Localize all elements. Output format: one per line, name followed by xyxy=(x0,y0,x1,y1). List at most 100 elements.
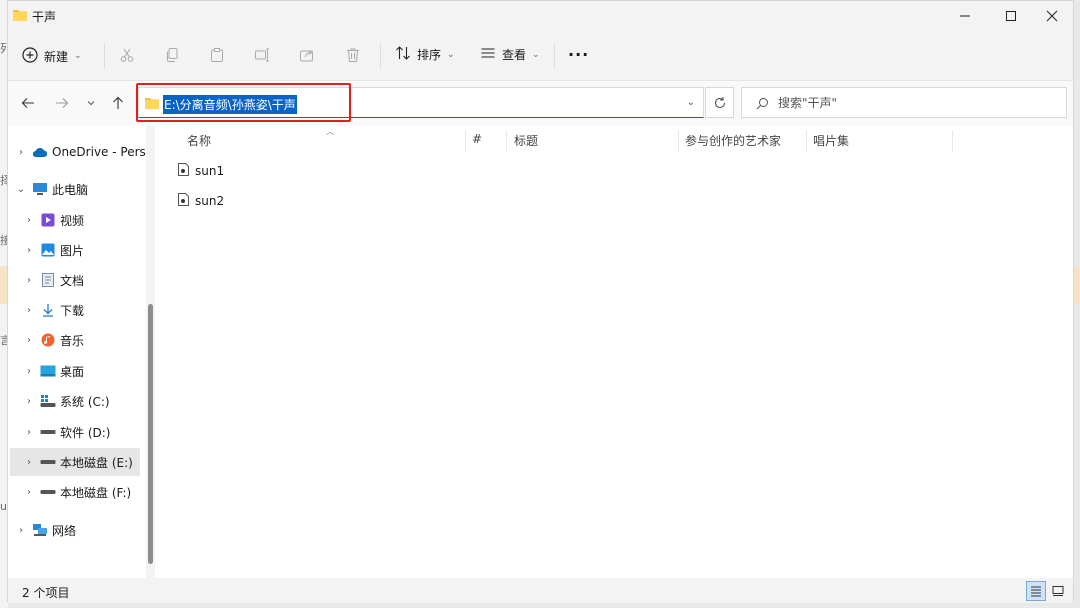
column-header-title[interactable]: 标题 xyxy=(514,132,538,149)
navigation-bar: E:\分离音频\孙燕姿\干声 ⌄ xyxy=(8,81,1073,126)
video-icon xyxy=(40,212,56,228)
sidebar-scrollbar[interactable] xyxy=(146,126,155,578)
system-drive-icon xyxy=(40,393,56,409)
details-view-button[interactable] xyxy=(1026,581,1046,601)
chevron-down-icon[interactable]: ⌄ xyxy=(16,184,26,195)
chevron-right-icon[interactable]: › xyxy=(24,335,34,346)
chevron-right-icon[interactable]: › xyxy=(24,305,34,316)
search-box[interactable] xyxy=(741,87,1067,118)
paste-icon[interactable] xyxy=(208,46,226,64)
column-divider[interactable] xyxy=(506,130,507,152)
file-row[interactable]: sun1 xyxy=(178,159,224,183)
sidebar-item-downloads[interactable]: › 下载 xyxy=(24,296,156,324)
sidebar-item-drive-d[interactable]: › 软件 (D:) xyxy=(24,418,156,446)
drive-icon xyxy=(40,454,56,470)
sidebar-item-drive-f[interactable]: › 本地磁盘 (F:) xyxy=(24,478,156,506)
column-header-artist[interactable]: 参与创作的艺术家 xyxy=(685,132,781,149)
title-bar: 干声 xyxy=(8,1,1073,31)
window-title: 干声 xyxy=(32,10,57,24)
column-divider[interactable] xyxy=(465,130,466,152)
chevron-down-icon: ⌄ xyxy=(447,49,455,60)
rename-icon[interactable] xyxy=(253,46,271,64)
chevron-right-icon[interactable]: › xyxy=(16,525,26,536)
sort-label: 排序 xyxy=(417,48,442,62)
refresh-button[interactable] xyxy=(705,87,734,118)
audio-file-icon xyxy=(178,163,189,179)
divider xyxy=(104,43,105,69)
chevron-right-icon[interactable]: › xyxy=(24,275,34,286)
column-divider[interactable] xyxy=(952,130,953,152)
item-count: 2 个项目 xyxy=(22,586,70,600)
navigation-pane: › OneDrive - Pers ⌄ 此电脑 › 视频 › 图片 › 文档 ›… xyxy=(8,126,146,578)
sidebar-item-desktop[interactable]: › 桌面 xyxy=(24,357,156,385)
sort-button[interactable]: 排序 ⌄ xyxy=(395,45,455,64)
sidebar-item-music[interactable]: › 音乐 xyxy=(24,326,156,354)
download-icon xyxy=(40,302,56,318)
sidebar-item-videos[interactable]: › 视频 xyxy=(24,206,156,234)
chevron-right-icon[interactable]: › xyxy=(24,366,34,377)
chevron-right-icon[interactable]: › xyxy=(24,457,34,468)
cloud-icon xyxy=(32,144,48,160)
column-divider[interactable] xyxy=(806,130,807,152)
chevron-down-icon[interactable]: ⌄ xyxy=(687,97,695,108)
forward-button[interactable] xyxy=(52,93,72,113)
document-icon xyxy=(40,272,56,288)
file-explorer-window: 干声 新建 ⌄ 排序 ⌄ 查看 ⌄ ··· E:\分离音频\孙燕姿\干声 ⌄ 搜… xyxy=(7,0,1074,603)
music-icon xyxy=(40,332,56,348)
column-header-album[interactable]: 唱片集 xyxy=(813,132,849,149)
copy-icon[interactable] xyxy=(163,46,181,64)
column-divider[interactable] xyxy=(678,130,679,152)
file-name: sun2 xyxy=(195,194,225,208)
sidebar-item-pictures[interactable]: › 图片 xyxy=(24,236,156,264)
new-button[interactable]: 新建 ⌄ xyxy=(22,43,82,69)
view-button[interactable]: 查看 ⌄ xyxy=(480,45,540,64)
scrollbar-thumb[interactable] xyxy=(148,304,153,564)
sort-ascending-icon: ︿ xyxy=(326,127,334,136)
file-row[interactable]: sun2 xyxy=(178,189,224,213)
sidebar-item-drive-c[interactable]: › 系统 (C:) xyxy=(24,387,156,415)
sidebar-item-this-pc[interactable]: ⌄ 此电脑 xyxy=(16,175,148,203)
new-label: 新建 xyxy=(44,49,69,64)
minimize-button[interactable] xyxy=(942,1,988,31)
divider xyxy=(554,43,555,69)
chevron-right-icon[interactable]: › xyxy=(24,245,34,256)
view-list-icon xyxy=(480,45,496,64)
view-label: 查看 xyxy=(502,48,527,62)
plus-circle-icon xyxy=(22,46,38,66)
command-bar: 新建 ⌄ 排序 ⌄ 查看 ⌄ ··· xyxy=(8,31,1073,81)
more-options-button[interactable]: ··· xyxy=(568,45,589,64)
maximize-button[interactable] xyxy=(988,1,1034,31)
chevron-right-icon[interactable]: › xyxy=(24,487,34,498)
sidebar-item-onedrive[interactable]: › OneDrive - Pers xyxy=(16,138,148,166)
sidebar-item-network[interactable]: › 网络 xyxy=(16,516,148,544)
up-button[interactable] xyxy=(108,93,128,113)
desktop-icon xyxy=(40,363,56,379)
background-strip-right xyxy=(1074,266,1080,304)
folder-icon xyxy=(13,9,27,24)
sidebar-item-drive-e[interactable]: › 本地磁盘 (E:) xyxy=(10,448,140,476)
recent-locations-button[interactable] xyxy=(81,93,101,113)
chevron-right-icon[interactable]: › xyxy=(24,396,34,407)
tiles-view-button[interactable] xyxy=(1048,581,1068,601)
share-icon[interactable] xyxy=(298,46,316,64)
cut-icon[interactable] xyxy=(118,46,136,64)
chevron-right-icon[interactable]: › xyxy=(24,215,34,226)
back-button[interactable] xyxy=(18,93,38,113)
search-icon xyxy=(756,97,769,113)
search-input[interactable] xyxy=(778,92,1058,114)
audio-file-icon xyxy=(178,193,189,209)
chevron-right-icon[interactable]: › xyxy=(24,427,34,438)
drive-icon xyxy=(40,424,56,440)
chevron-right-icon[interactable]: › xyxy=(16,147,26,158)
network-icon xyxy=(32,522,48,538)
chevron-down-icon: ⌄ xyxy=(74,51,82,61)
delete-icon[interactable] xyxy=(344,46,362,64)
column-header-number[interactable]: # xyxy=(472,132,482,146)
picture-icon xyxy=(40,242,56,258)
sidebar-item-documents[interactable]: › 文档 xyxy=(24,266,156,294)
close-button[interactable] xyxy=(1029,1,1075,31)
column-header-name[interactable]: 名称 xyxy=(187,132,211,149)
annotation-highlight-box xyxy=(136,83,351,122)
sort-icon xyxy=(395,45,411,64)
file-name: sun1 xyxy=(195,164,225,178)
